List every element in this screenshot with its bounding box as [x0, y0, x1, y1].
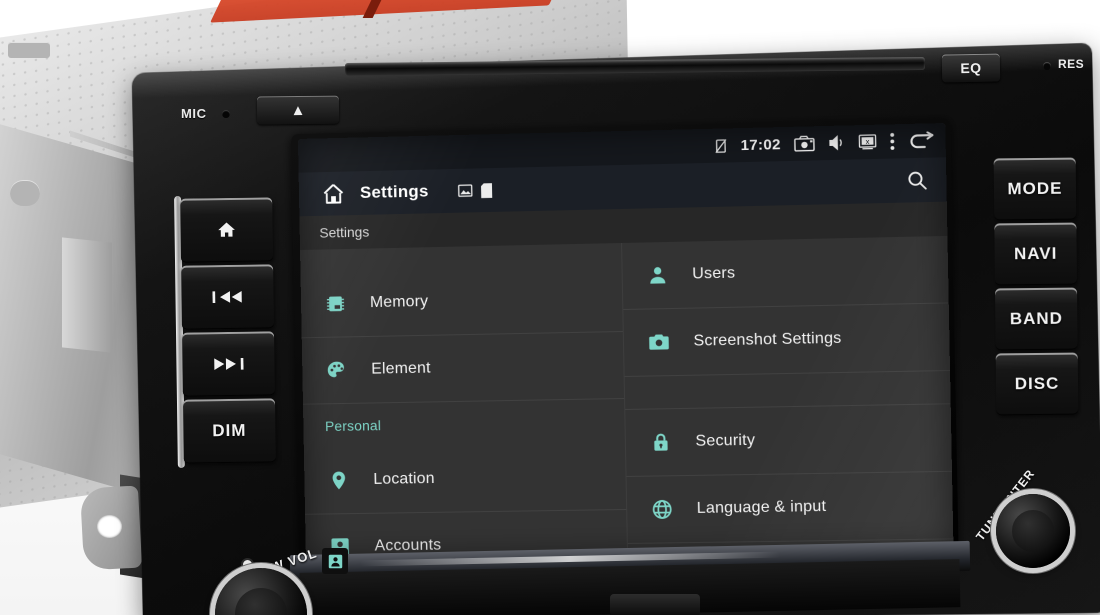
list-item-label: Security — [695, 431, 756, 450]
svg-text:x: x — [866, 137, 870, 146]
screen-off-icon[interactable]: x — [858, 134, 877, 151]
location-pin-icon — [326, 467, 352, 493]
chassis-rail — [62, 237, 112, 353]
right-button-stack: MODE NAVI BAND DISC — [993, 157, 1079, 416]
faceplate-bottom-slot — [610, 594, 700, 615]
lcd-screen[interactable]: 17:02 x Settings Settings Memory Element… — [297, 123, 954, 562]
hw-button-navi[interactable]: NAVI — [994, 222, 1077, 286]
list-item-memory[interactable]: Memory — [300, 265, 623, 339]
hw-button-next[interactable] — [182, 331, 275, 397]
hw-button-dim[interactable]: DIM — [182, 398, 276, 464]
hw-button-previous[interactable] — [181, 264, 274, 330]
home-icon[interactable] — [320, 181, 346, 205]
hw-button-navi-label: NAVI — [1013, 243, 1058, 264]
screenshot-root: MIC ▲ EQ RES DIM MODE NAVI BAND DISC 17:… — [0, 0, 1100, 615]
list-item-label: Screenshot Settings — [693, 329, 842, 350]
list-item-screenshot-settings[interactable]: Screenshot Settings — [622, 303, 951, 377]
tune-enter-knob-face — [1012, 510, 1054, 552]
list-item-location[interactable]: Location — [303, 442, 626, 515]
hw-button-band[interactable]: BAND — [995, 287, 1078, 351]
home-icon — [215, 220, 237, 240]
search-icon[interactable] — [907, 170, 929, 192]
hw-button-dim-label: DIM — [212, 420, 247, 441]
hw-button-band-label: BAND — [1009, 308, 1063, 329]
status-bar-clock: 17:02 — [740, 135, 781, 154]
status-bar-right: 17:02 x — [714, 131, 935, 154]
mic-label: MIC — [181, 106, 207, 121]
lock-icon — [647, 429, 674, 455]
user-icon — [644, 262, 671, 289]
eq-button-label: EQ — [960, 59, 982, 77]
hw-button-disc-label: DISC — [1014, 373, 1060, 394]
list-item-label: Memory — [369, 293, 429, 312]
list-item-security[interactable]: Security — [624, 404, 953, 477]
page-title: Settings — [359, 181, 429, 203]
status-bar-left — [312, 146, 706, 156]
palette-icon — [324, 357, 350, 383]
globe-icon — [648, 496, 675, 522]
power-volume-knob-face — [235, 588, 287, 615]
previous-track-icon — [212, 289, 242, 305]
reset-pinhole[interactable] — [1043, 62, 1051, 70]
hw-button-disc[interactable]: DISC — [995, 352, 1079, 416]
reset-label: RES — [1058, 57, 1085, 71]
mic-hole — [222, 110, 230, 118]
mute-icon[interactable] — [714, 138, 727, 153]
image-icon[interactable] — [458, 183, 473, 197]
settings-column-right: Users Screenshot Settings Security Langu… — [621, 235, 954, 561]
list-item-language-input[interactable]: Language & input — [626, 471, 954, 544]
settings-list: Memory Element Personal Location Account… — [300, 235, 954, 562]
action-bar-chips — [458, 182, 493, 199]
camera-icon — [645, 329, 672, 356]
list-item-label: Element — [371, 359, 431, 378]
eq-button[interactable]: EQ — [941, 53, 1001, 83]
mounting-bracket-hole — [97, 515, 122, 538]
memory-chip-icon — [322, 291, 348, 317]
list-item-label: Users — [692, 264, 736, 283]
chassis-tab — [8, 42, 50, 58]
hw-button-mode[interactable]: MODE — [993, 157, 1077, 221]
left-button-stack: DIM — [180, 197, 276, 464]
tune-enter-knob[interactable] — [996, 494, 1070, 568]
back-icon[interactable] — [908, 131, 936, 150]
section-subheader-personal: Personal — [303, 399, 624, 448]
hw-button-mode-label: MODE — [1007, 178, 1063, 199]
eject-button[interactable]: ▲ — [256, 95, 340, 125]
eject-icon: ▲ — [290, 101, 306, 119]
overflow-menu-icon[interactable] — [890, 132, 895, 150]
sd-card-icon[interactable] — [481, 182, 493, 198]
camera-icon[interactable] — [794, 135, 815, 152]
volume-icon[interactable] — [828, 135, 845, 151]
next-track-icon — [213, 356, 244, 372]
list-item-label: Language & input — [696, 497, 827, 517]
list-item-users[interactable]: Users — [621, 235, 949, 310]
settings-section-header-label: Settings — [319, 223, 370, 241]
accounts-icon — [322, 548, 348, 574]
list-item-label: Location — [373, 470, 435, 488]
hw-button-home[interactable] — [180, 197, 274, 263]
list-item-element[interactable]: Element — [301, 332, 624, 405]
chassis-tab — [10, 180, 40, 206]
settings-column-left: Memory Element Personal Location Account… — [300, 243, 629, 562]
section-subheader-label: Personal — [324, 417, 382, 435]
